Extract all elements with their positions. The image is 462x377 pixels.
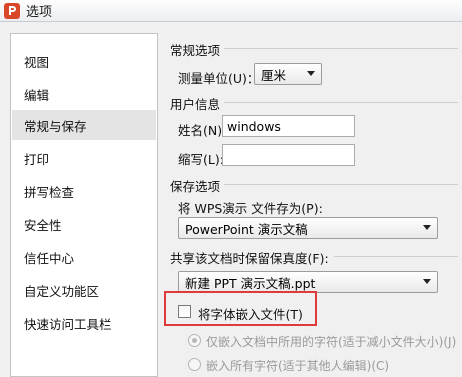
save-format-select[interactable]: PowerPoint 演示文稿 xyxy=(178,217,438,239)
sidebar-item-label: 常规与保存 xyxy=(24,118,87,134)
chevron-down-icon xyxy=(423,279,431,284)
name-input[interactable]: windows xyxy=(222,115,355,137)
chevron-down-icon xyxy=(307,71,315,76)
sidebar-item-security[interactable]: 安全性 xyxy=(12,209,156,239)
unit-select-value: 厘米 xyxy=(261,67,287,83)
chevron-down-icon xyxy=(423,225,431,230)
sidebar-item-label: 拼写检查 xyxy=(24,184,75,200)
embed-all-chars-radio[interactable] xyxy=(188,358,201,371)
embed-used-chars-radio[interactable] xyxy=(188,334,201,347)
save-as-label: 将 WPS演示 文件存为(P): xyxy=(178,201,323,216)
title-bar: 选项 xyxy=(0,0,462,22)
annotation-highlight-box xyxy=(164,291,317,326)
unit-label: 测量单位(U)： xyxy=(178,71,260,86)
sidebar-item-label: 编辑 xyxy=(24,87,50,103)
save-section-title: 保存选项 xyxy=(170,179,221,194)
sidebar-item-trust-center[interactable]: 信任中心 xyxy=(12,242,156,272)
sidebar-item-edit[interactable]: 编辑 xyxy=(12,79,156,109)
sidebar-item-label: 信任中心 xyxy=(24,250,75,266)
sidebar-item-label: 安全性 xyxy=(24,217,62,233)
unit-select[interactable]: 厘米 xyxy=(254,63,322,85)
divider xyxy=(224,102,458,103)
sidebar-item-print[interactable]: 打印 xyxy=(12,143,156,173)
divider xyxy=(224,184,458,185)
window-title: 选项 xyxy=(26,5,53,20)
wps-presentation-icon xyxy=(4,2,20,19)
user-info-section-title: 用户信息 xyxy=(170,97,221,112)
sidebar-item-view[interactable]: 视图 xyxy=(12,46,156,76)
name-label: 姓名(N): xyxy=(178,123,227,138)
sidebar-item-label: 视图 xyxy=(24,54,50,70)
abbreviation-input[interactable] xyxy=(222,144,355,166)
sidebar-item-label: 快速访问工具栏 xyxy=(24,316,112,332)
save-format-value: PowerPoint 演示文稿 xyxy=(185,221,308,237)
options-dialog: 视图 编辑 常规与保存 打印 拼写检查 安全性 信任中心 自定义功能区 快速访问… xyxy=(0,23,462,377)
general-section-title: 常规选项 xyxy=(170,43,221,58)
sidebar-item-customize-ribbon[interactable]: 自定义功能区 xyxy=(12,275,156,305)
sidebar-item-label: 打印 xyxy=(24,151,50,167)
sidebar-item-general-save[interactable]: 常规与保存 xyxy=(12,110,156,140)
document-select[interactable]: 新建 PPT 演示文稿.ppt xyxy=(178,271,438,293)
embed-used-chars-label: 仅嵌入文档中所用的字符(适于减小文件大小)(J) xyxy=(206,335,457,349)
embed-all-chars-label: 嵌入所有字符(适于其他人编辑)(C) xyxy=(206,359,390,373)
document-select-value: 新建 PPT 演示文稿.ppt xyxy=(185,275,316,291)
share-section-title: 共享该文档时保留保真度(F): xyxy=(170,251,329,266)
divider xyxy=(224,48,458,49)
options-sidebar: 视图 编辑 常规与保存 打印 拼写检查 安全性 信任中心 自定义功能区 快速访问… xyxy=(10,33,158,377)
sidebar-item-spell-check[interactable]: 拼写检查 xyxy=(12,176,156,206)
abbreviation-label: 缩写(L): xyxy=(178,152,224,167)
sidebar-item-quick-access-toolbar[interactable]: 快速访问工具栏 xyxy=(12,308,156,338)
divider xyxy=(334,256,458,257)
sidebar-item-label: 自定义功能区 xyxy=(24,283,100,299)
